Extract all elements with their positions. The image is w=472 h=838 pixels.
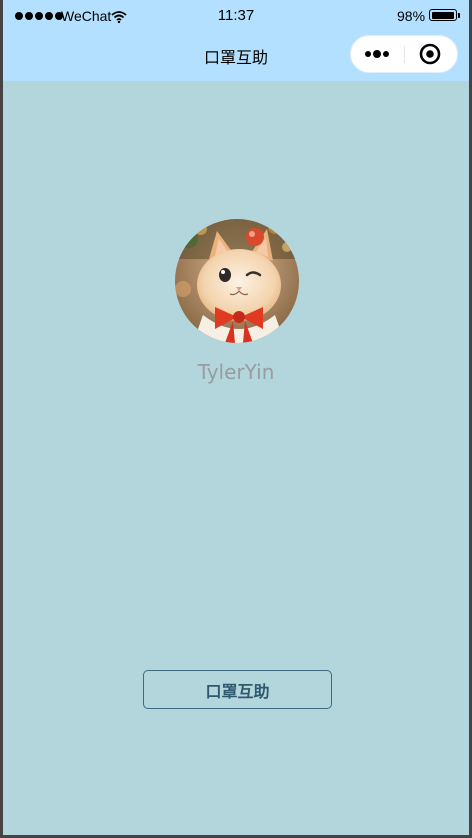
battery-level [431, 11, 455, 19]
mini-program-capsule [350, 35, 458, 73]
battery-cap [458, 13, 460, 18]
top-bar: WeChat 11:37 98% 口罩互助 [3, 0, 469, 81]
more-dots-icon[interactable] [363, 45, 393, 63]
status-bar: WeChat 11:37 98% [3, 0, 469, 32]
phone-screen: WeChat 11:37 98% 口罩互助 TylerYin 口罩互助 [3, 0, 469, 835]
mask-mutual-aid-button-label: 口罩互助 [205, 681, 270, 701]
battery-percent: 98% [397, 8, 426, 24]
mini-program-close-icon[interactable] [418, 42, 442, 66]
battery-icon [429, 9, 457, 21]
mask-mutual-aid-button[interactable]: 口罩互助 [143, 670, 332, 709]
username-label: TylerYin [197, 360, 275, 384]
capsule-divider [404, 46, 405, 63]
cat-avatar-image [175, 219, 299, 343]
